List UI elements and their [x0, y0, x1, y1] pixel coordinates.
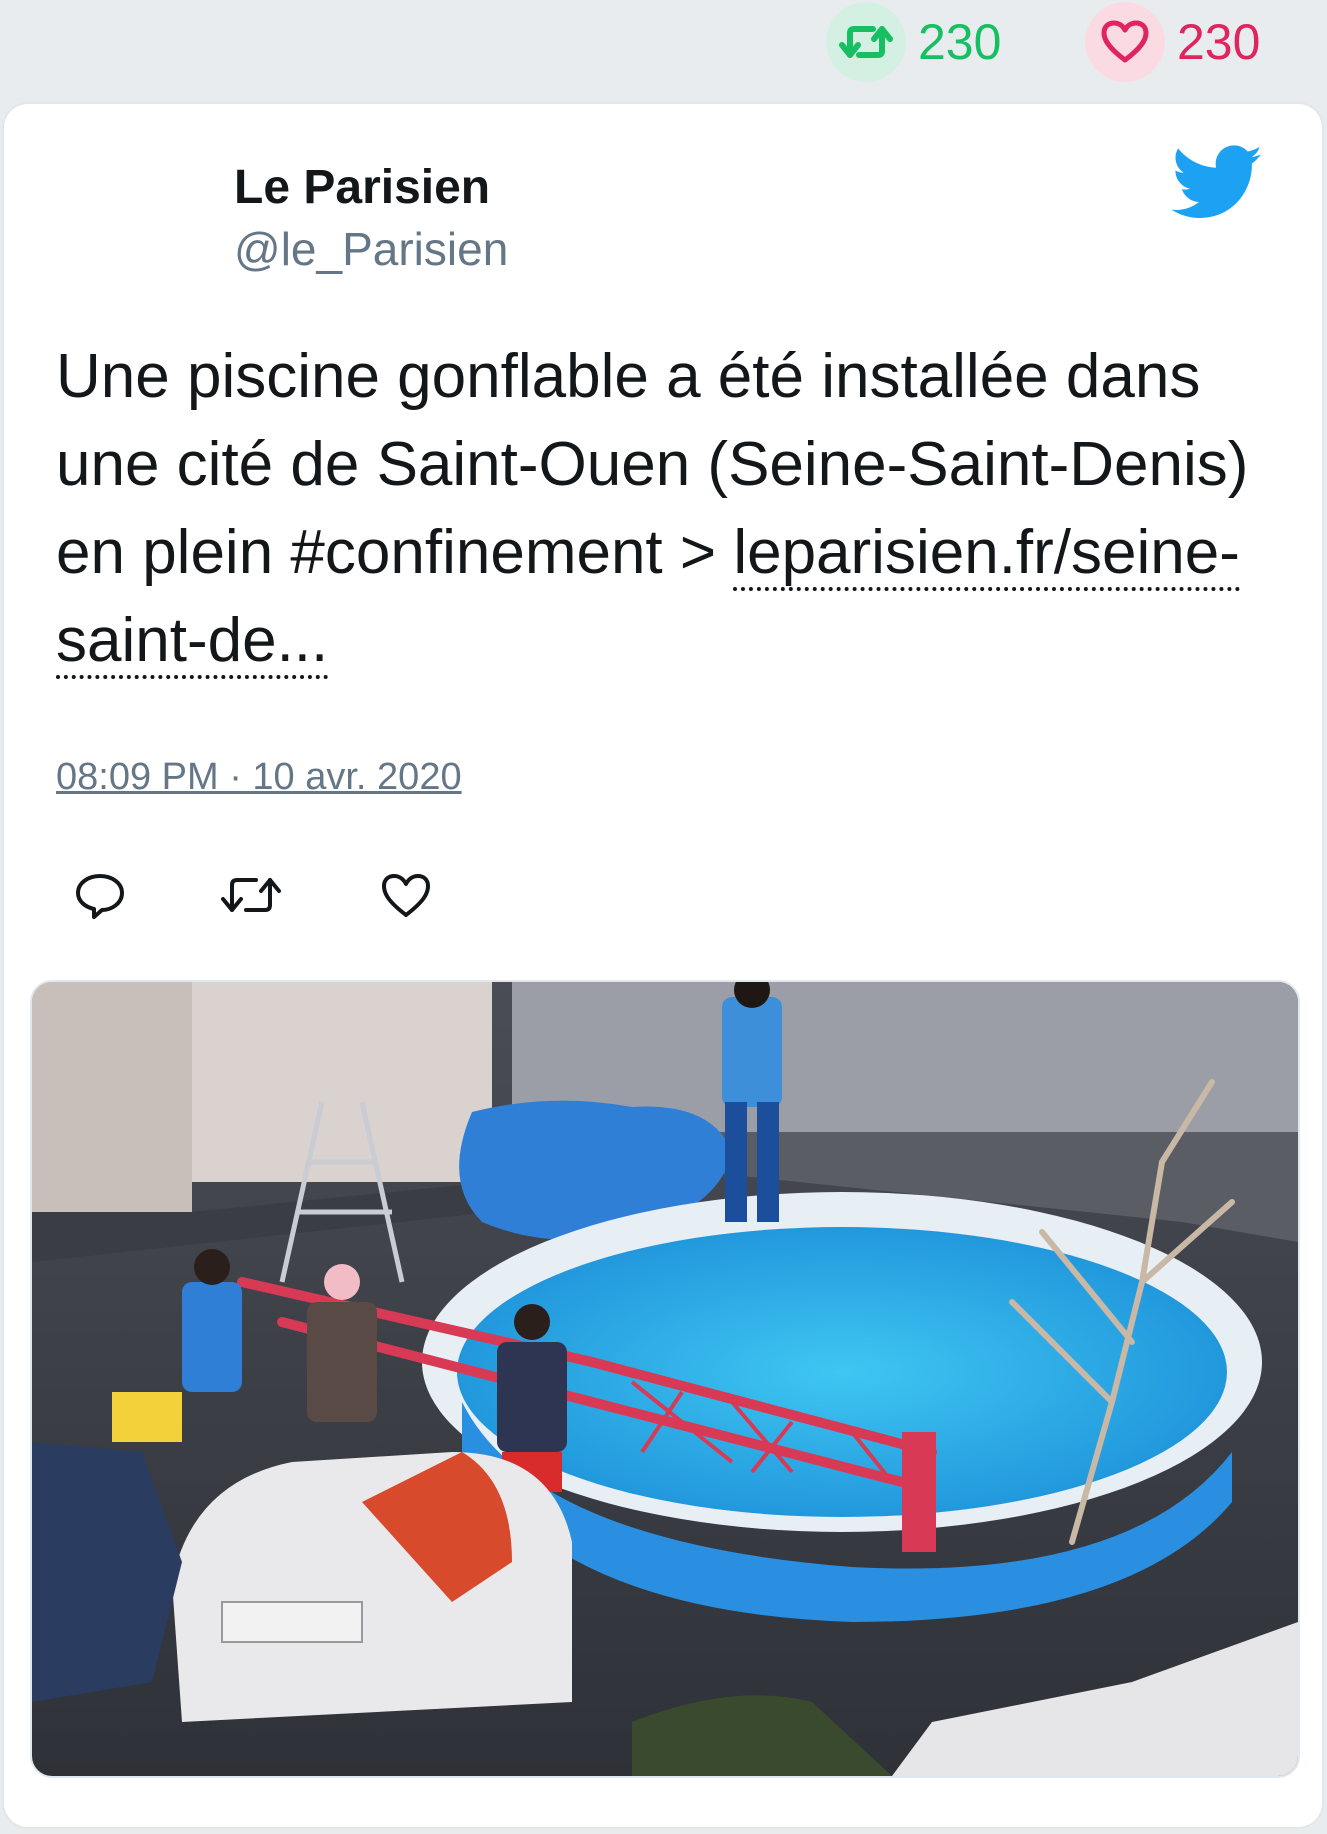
heart-icon[interactable] [1085, 2, 1165, 82]
retweet-count: 230 [918, 14, 1002, 70]
tweet-timestamp[interactable]: 08:09 PM · 10 avr. 2020 [56, 756, 462, 799]
tweet-text: Une piscine gonflable a été installée da… [56, 333, 1266, 685]
retweet-icon[interactable] [826, 2, 906, 82]
like-stat[interactable]: 230 [1085, 0, 1260, 84]
tweet-photo[interactable] [30, 980, 1300, 1778]
reply-icon[interactable] [74, 872, 126, 925]
author-handle[interactable]: @le_Parisien [234, 222, 508, 276]
engagement-bar: 230 230 [0, 0, 1327, 100]
twitter-bird-icon[interactable] [1171, 145, 1264, 226]
like-count: 230 [1177, 14, 1261, 70]
author-name[interactable]: Le Parisien [234, 160, 490, 215]
retweet-stat[interactable]: 230 [826, 0, 1001, 84]
heart-icon[interactable] [380, 872, 432, 925]
retweet-icon[interactable] [220, 872, 282, 923]
